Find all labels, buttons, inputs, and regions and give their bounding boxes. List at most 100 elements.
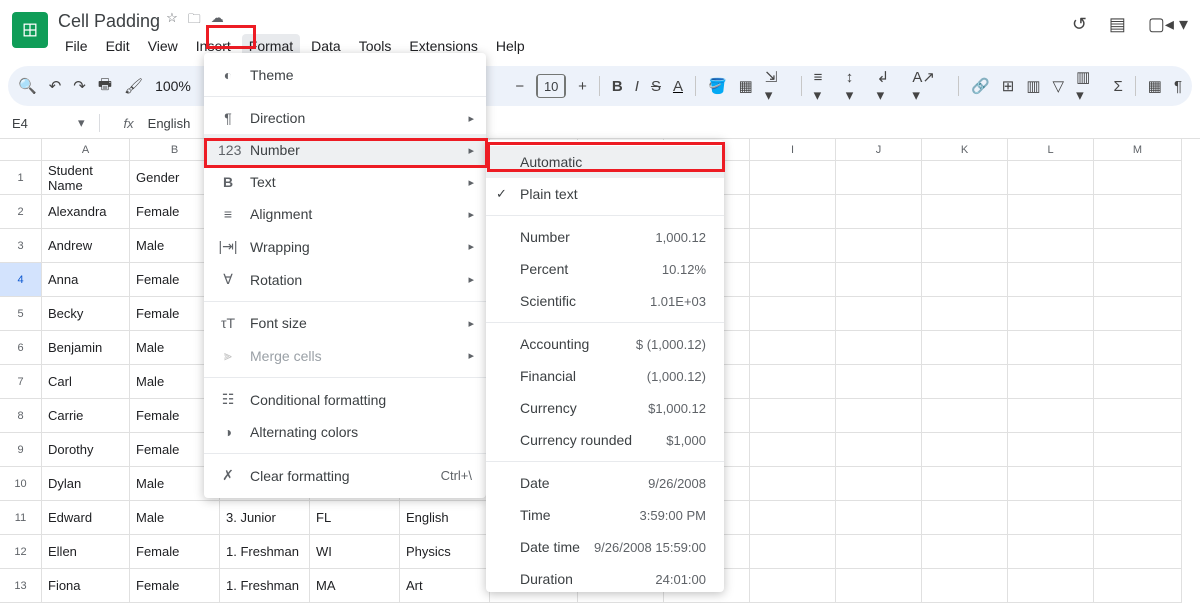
cell[interactable] xyxy=(1008,263,1094,297)
menu-file[interactable]: File xyxy=(58,34,95,58)
row-head[interactable]: 6 xyxy=(0,331,42,365)
cell[interactable] xyxy=(1008,297,1094,331)
cell[interactable]: English xyxy=(400,501,490,535)
cell[interactable] xyxy=(922,433,1008,467)
cell[interactable] xyxy=(1008,433,1094,467)
font-size-minus[interactable]: − xyxy=(515,78,524,95)
cell[interactable] xyxy=(922,161,1008,195)
cell[interactable]: Andrew xyxy=(42,229,130,263)
cell[interactable] xyxy=(836,501,922,535)
cell[interactable] xyxy=(836,331,922,365)
cell[interactable] xyxy=(1008,535,1094,569)
cell[interactable] xyxy=(1094,467,1182,501)
zoom-level[interactable]: 100% xyxy=(155,78,191,94)
col-head-k[interactable]: K xyxy=(922,139,1008,161)
cell[interactable] xyxy=(1094,229,1182,263)
cell[interactable] xyxy=(836,297,922,331)
cell[interactable] xyxy=(1008,229,1094,263)
number-financial[interactable]: Financial(1,000.12) xyxy=(486,360,724,392)
cell[interactable]: 1. Freshman xyxy=(220,569,310,603)
number-datetime[interactable]: Date time9/26/2008 15:59:00 xyxy=(486,531,724,563)
number-percent[interactable]: Percent10.12% xyxy=(486,253,724,285)
cell[interactable] xyxy=(836,263,922,297)
cell[interactable] xyxy=(922,263,1008,297)
document-title[interactable]: Cell Padding xyxy=(58,11,160,32)
col-head-m[interactable]: M xyxy=(1094,139,1182,161)
row-head[interactable]: 10 xyxy=(0,467,42,501)
cell[interactable] xyxy=(1094,195,1182,229)
row-head[interactable]: 1 xyxy=(0,161,42,195)
font-size-plus[interactable]: + xyxy=(578,78,587,95)
cell[interactable] xyxy=(1008,569,1094,603)
functions-icon[interactable]: Σ xyxy=(1113,78,1122,95)
link-icon[interactable]: 🔗 xyxy=(971,77,990,95)
insert-comment-icon[interactable]: ⊞ xyxy=(1002,77,1015,95)
number-automatic[interactable]: Automatic xyxy=(486,146,724,178)
text-color-icon[interactable]: A xyxy=(673,78,683,95)
table-icon[interactable]: ▦ xyxy=(1148,77,1162,95)
cloud-icon[interactable]: ☁ xyxy=(211,10,224,32)
number-scientific[interactable]: Scientific1.01E+03 xyxy=(486,285,724,317)
cell[interactable] xyxy=(750,467,836,501)
cell[interactable] xyxy=(750,161,836,195)
cell[interactable] xyxy=(750,331,836,365)
formula-bar[interactable]: English xyxy=(148,116,191,131)
cell[interactable] xyxy=(1094,535,1182,569)
cell[interactable] xyxy=(836,229,922,263)
move-icon[interactable]: 🗀 xyxy=(188,10,201,32)
format-fontsize[interactable]: τTFont size▸ xyxy=(204,307,486,339)
select-all-corner[interactable] xyxy=(0,139,42,161)
col-head-i[interactable]: I xyxy=(750,139,836,161)
cell[interactable] xyxy=(1094,365,1182,399)
star-icon[interactable]: ☆ xyxy=(166,10,178,32)
cell[interactable] xyxy=(836,569,922,603)
meet-icon[interactable]: ▢◂ ▾ xyxy=(1148,14,1188,35)
format-direction[interactable]: ¶Direction▸ xyxy=(204,102,486,134)
history-icon[interactable]: ↺ xyxy=(1072,14,1087,35)
sheets-logo[interactable] xyxy=(12,12,48,48)
cell[interactable] xyxy=(1094,297,1182,331)
row-head[interactable]: 12 xyxy=(0,535,42,569)
halign-icon[interactable]: ≡ ▾ xyxy=(814,69,834,104)
menu-view[interactable]: View xyxy=(141,34,185,58)
row-head[interactable]: 4 xyxy=(0,263,42,297)
format-clear[interactable]: ✗Clear formattingCtrl+\ xyxy=(204,459,486,492)
cell[interactable] xyxy=(750,229,836,263)
cell[interactable] xyxy=(1094,501,1182,535)
borders-icon[interactable]: ▦ xyxy=(739,77,753,95)
italic-icon[interactable]: I xyxy=(635,78,639,95)
number-number[interactable]: Number1,000.12 xyxy=(486,221,724,253)
number-plaintext[interactable]: ✓Plain text xyxy=(486,178,724,210)
cell[interactable]: Male xyxy=(130,501,220,535)
cell[interactable] xyxy=(1094,263,1182,297)
cell[interactable]: Dylan xyxy=(42,467,130,501)
cell[interactable] xyxy=(836,467,922,501)
strike-icon[interactable]: S xyxy=(651,78,661,95)
cell[interactable]: Student Name xyxy=(42,161,130,195)
cell[interactable]: Becky xyxy=(42,297,130,331)
cell[interactable] xyxy=(836,365,922,399)
format-theme[interactable]: ◐Theme xyxy=(204,59,486,91)
cell[interactable] xyxy=(750,535,836,569)
cell[interactable]: 1. Freshman xyxy=(220,535,310,569)
number-currency[interactable]: Currency$1,000.12 xyxy=(486,392,724,424)
fill-color-icon[interactable]: 🪣 xyxy=(708,77,727,95)
format-alignment[interactable]: ≡Alignment▸ xyxy=(204,198,486,230)
insert-chart-icon[interactable]: ▥ xyxy=(1026,77,1040,95)
cell[interactable]: Benjamin xyxy=(42,331,130,365)
rotate-icon[interactable]: A↗ ▾ xyxy=(912,68,946,104)
comment-icon[interactable]: ▤ xyxy=(1109,14,1126,35)
cell[interactable] xyxy=(836,399,922,433)
cell[interactable] xyxy=(1008,399,1094,433)
cell[interactable]: Female xyxy=(130,535,220,569)
format-rotation[interactable]: ∀Rotation▸ xyxy=(204,263,486,296)
row-head[interactable]: 7 xyxy=(0,365,42,399)
number-currency-rounded[interactable]: Currency rounded$1,000 xyxy=(486,424,724,456)
paint-format-icon[interactable]: 🖌 xyxy=(124,77,143,95)
valign-icon[interactable]: ↕ ▾ xyxy=(846,69,865,104)
rtl-icon[interactable]: ¶ xyxy=(1174,78,1182,95)
format-number[interactable]: 123Number▸ xyxy=(204,134,486,166)
row-head[interactable]: 3 xyxy=(0,229,42,263)
cell[interactable] xyxy=(1094,569,1182,603)
row-head[interactable]: 11 xyxy=(0,501,42,535)
